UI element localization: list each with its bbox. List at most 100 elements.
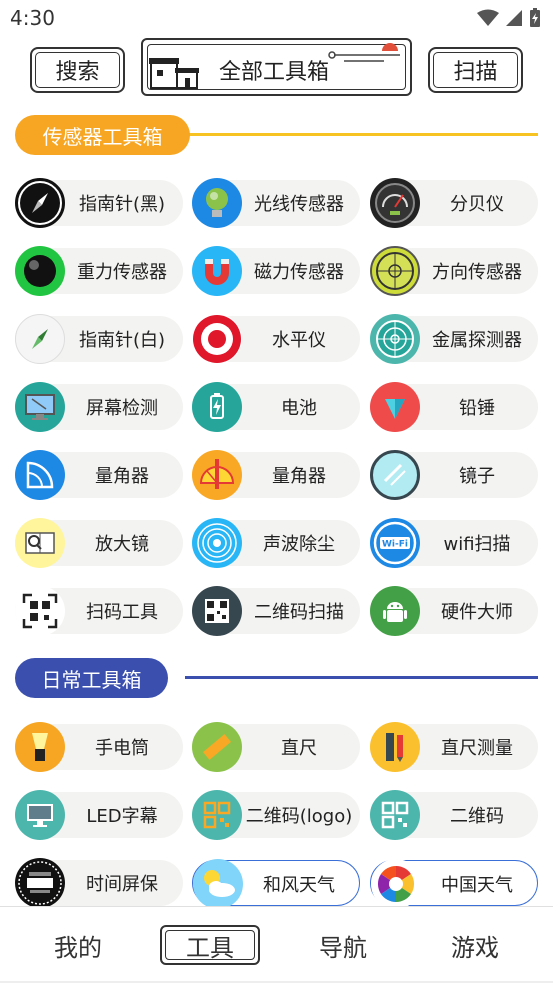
tool-magnetic-sensor[interactable]: 磁力传感器 xyxy=(192,246,360,296)
tool-china-weather[interactable]: 中国天气 xyxy=(370,859,538,909)
tool-label: 量角器 xyxy=(95,466,149,487)
monitor-icon xyxy=(15,382,65,432)
radar-icon xyxy=(370,314,420,364)
tool-scan-code[interactable]: 扫码工具 xyxy=(15,586,183,636)
tool-qr-logo[interactable]: 二维码(logo) xyxy=(192,790,360,840)
tool-label: LED字幕 xyxy=(86,806,158,827)
tool-label: 方向传感器 xyxy=(432,262,522,283)
magnifier-book-icon xyxy=(15,518,65,568)
tool-hefeng-weather[interactable]: 和风天气 xyxy=(192,859,360,909)
tool-label: 二维码扫描 xyxy=(254,602,344,623)
gravity-ball-icon xyxy=(15,246,65,296)
tool-battery[interactable]: 电池 xyxy=(192,382,360,432)
battery-icon xyxy=(192,382,242,432)
tool-label: 磁力传感器 xyxy=(254,262,344,283)
status-icons xyxy=(477,8,541,28)
tool-qr-code[interactable]: 二维码 xyxy=(370,790,538,840)
tool-label: 时间屏保 xyxy=(86,874,158,895)
nav-navigation[interactable]: 导航 xyxy=(293,925,393,965)
tool-flashlight[interactable]: 手电筒 xyxy=(15,722,183,772)
tool-label: 直尺测量 xyxy=(441,738,513,759)
tool-sound-dust[interactable]: 声波除尘 xyxy=(192,518,360,568)
search-button-label: 搜索 xyxy=(55,60,100,85)
nav-label: 我的 xyxy=(54,933,102,962)
tool-protractor-1[interactable]: 量角器 xyxy=(15,450,183,500)
tool-led-banner[interactable]: LED字幕 xyxy=(15,790,183,840)
tool-plumb-bob[interactable]: 铅锤 xyxy=(370,382,538,432)
flashlight-icon xyxy=(15,722,65,772)
tool-metal-detector[interactable]: 金属探测器 xyxy=(370,314,538,364)
tool-clock-screensaver[interactable]: 时间屏保 xyxy=(15,858,183,908)
compass-white-icon xyxy=(15,314,65,364)
tool-ruler[interactable]: 直尺 xyxy=(192,722,360,772)
tool-compass-white[interactable]: 指南针(白) xyxy=(15,314,183,364)
target-icon xyxy=(192,314,242,364)
sun-cloud-decoration-icon xyxy=(328,43,400,62)
sound-wave-icon xyxy=(192,518,242,568)
nav-label: 游戏 xyxy=(451,933,499,962)
ruler-pencil-icon xyxy=(370,722,420,772)
android-icon xyxy=(370,586,420,636)
nav-tools[interactable]: 工具 xyxy=(160,925,260,965)
tool-label: 声波除尘 xyxy=(263,534,335,555)
tool-label: 屏幕检测 xyxy=(86,398,158,419)
nav-mine[interactable]: 我的 xyxy=(28,925,128,965)
all-toolbox-title: 全部工具箱 xyxy=(141,38,412,96)
search-button[interactable]: 搜索 xyxy=(30,47,125,93)
clock-screensaver-icon xyxy=(15,858,65,908)
scan-button[interactable]: 扫描 xyxy=(428,47,523,93)
qr-scan-icon xyxy=(192,586,242,636)
tool-compass-black[interactable]: 指南针(黑) xyxy=(15,178,183,228)
tool-mirror[interactable]: 镜子 xyxy=(370,450,538,500)
svg-text:Wi-Fi: Wi-Fi xyxy=(382,540,408,550)
houses-icon xyxy=(149,58,199,89)
page-title: 全部工具箱 xyxy=(219,60,330,85)
tool-label: 手电筒 xyxy=(95,738,149,759)
scan-code-icon xyxy=(15,586,65,636)
status-bar: 4:30 xyxy=(0,0,553,38)
tool-label: 二维码 xyxy=(450,806,504,827)
tool-label: 光线传感器 xyxy=(254,194,344,215)
sensor-section-title: 传感器工具箱 xyxy=(15,115,190,155)
tool-screen-test[interactable]: 屏幕检测 xyxy=(15,382,183,432)
plumb-bob-icon xyxy=(370,382,420,432)
tool-orientation-sensor[interactable]: 方向传感器 xyxy=(370,246,538,296)
tool-label: 扫码工具 xyxy=(86,602,158,623)
weather-sun-cloud-icon xyxy=(193,859,243,909)
wifi-icon: Wi-Fi xyxy=(370,518,420,568)
level-crosshair-icon xyxy=(370,246,420,296)
tool-decibel-meter[interactable]: 分贝仪 xyxy=(370,178,538,228)
ruler-icon xyxy=(192,722,242,772)
tool-ruler-measure[interactable]: 直尺测量 xyxy=(370,722,538,772)
tool-label: 二维码(logo) xyxy=(245,806,353,827)
tool-qr-scan[interactable]: 二维码扫描 xyxy=(192,586,360,636)
tool-label: wifi扫描 xyxy=(443,534,511,555)
qr-code-icon xyxy=(370,790,420,840)
tool-protractor-2[interactable]: 量角器 xyxy=(192,450,360,500)
cell-signal-icon xyxy=(506,10,522,26)
mirror-icon xyxy=(370,450,420,500)
tool-label: 电池 xyxy=(281,398,317,419)
tool-label: 放大镜 xyxy=(95,534,149,555)
qr-logo-icon xyxy=(192,790,242,840)
decibel-meter-icon xyxy=(370,178,420,228)
nav-label: 工具 xyxy=(186,933,234,962)
nav-games[interactable]: 游戏 xyxy=(425,925,525,965)
tool-label: 指南针(白) xyxy=(78,330,166,351)
tool-label: 和风天气 xyxy=(263,875,335,896)
led-monitor-icon xyxy=(15,790,65,840)
tool-hardware-master[interactable]: 硬件大师 xyxy=(370,586,538,636)
tool-gravity-sensor[interactable]: 重力传感器 xyxy=(15,246,183,296)
tool-magnifier[interactable]: 放大镜 xyxy=(15,518,183,568)
sensor-section-header: 传感器工具箱 xyxy=(15,115,538,155)
tool-label: 铅锤 xyxy=(459,398,495,419)
tool-label: 硬件大师 xyxy=(441,602,513,623)
protractor-pencil-icon xyxy=(192,450,242,500)
tool-level[interactable]: 水平仪 xyxy=(192,314,360,364)
section-divider xyxy=(185,676,538,679)
nav-label: 导航 xyxy=(319,933,367,962)
light-bulb-icon xyxy=(192,178,242,228)
daily-section-header: 日常工具箱 xyxy=(15,658,538,698)
tool-light-sensor[interactable]: 光线传感器 xyxy=(192,178,360,228)
tool-wifi-scan[interactable]: Wi-Fi wifi扫描 xyxy=(370,518,538,568)
